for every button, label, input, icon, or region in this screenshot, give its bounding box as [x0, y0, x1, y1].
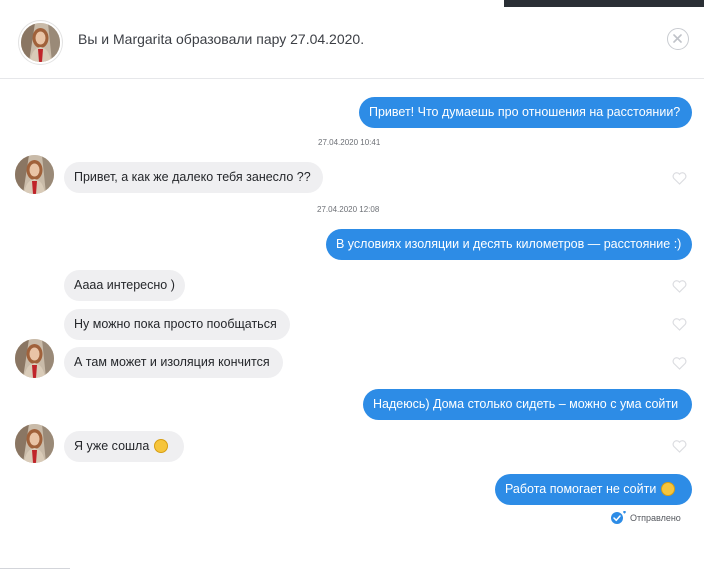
smile-emoji [661, 481, 676, 496]
message-bubble-incoming[interactable]: Ну можно пока просто пообщаться [64, 309, 290, 340]
message-timestamp: 27.04.2020 10:41 [318, 138, 381, 147]
message-bubble-outgoing[interactable]: Надеюсь) Дома столько сидеть – можно с у… [363, 389, 692, 420]
close-icon [673, 34, 682, 43]
avatar[interactable] [19, 21, 62, 64]
message-bubble-incoming[interactable]: Аааа интересно ) [64, 270, 185, 301]
message-bubble-outgoing[interactable]: Привет! Что думаешь про отношения на рас… [359, 97, 692, 128]
message-bubble-incoming[interactable]: Я уже сошла [64, 431, 184, 462]
heart-icon[interactable] [672, 280, 687, 293]
close-button[interactable] [667, 28, 689, 50]
match-info-text: Вы и Margarita образовали пару 27.04.202… [78, 31, 365, 47]
sent-status-text: Отправлено [630, 513, 681, 523]
message-bubble-incoming[interactable]: Привет, а как же далеко тебя занесло ?? [64, 162, 323, 193]
avatar[interactable] [15, 424, 54, 463]
message-bubble-outgoing[interactable]: В условиях изоляции и десять километров … [326, 229, 692, 260]
message-bubble-incoming[interactable]: А там может и изоляция кончится [64, 347, 283, 378]
heart-icon[interactable] [672, 172, 687, 185]
message-timestamp: 27.04.2020 12:08 [317, 205, 380, 214]
heart-icon[interactable] [672, 318, 687, 331]
chat-header: Вы и Margarita образовали пару 27.04.202… [0, 0, 704, 79]
divider [0, 568, 70, 569]
avatar[interactable] [15, 339, 54, 378]
message-text: Работа помогает не сойти [505, 482, 657, 496]
message-bubble-outgoing[interactable]: Работа помогает не сойти [495, 474, 692, 505]
heart-icon[interactable] [672, 357, 687, 370]
sent-check-icon [611, 511, 626, 524]
crazy-face-emoji [154, 438, 169, 453]
message-text: Я уже сошла [74, 439, 150, 453]
avatar[interactable] [15, 155, 54, 194]
heart-icon[interactable] [672, 440, 687, 453]
